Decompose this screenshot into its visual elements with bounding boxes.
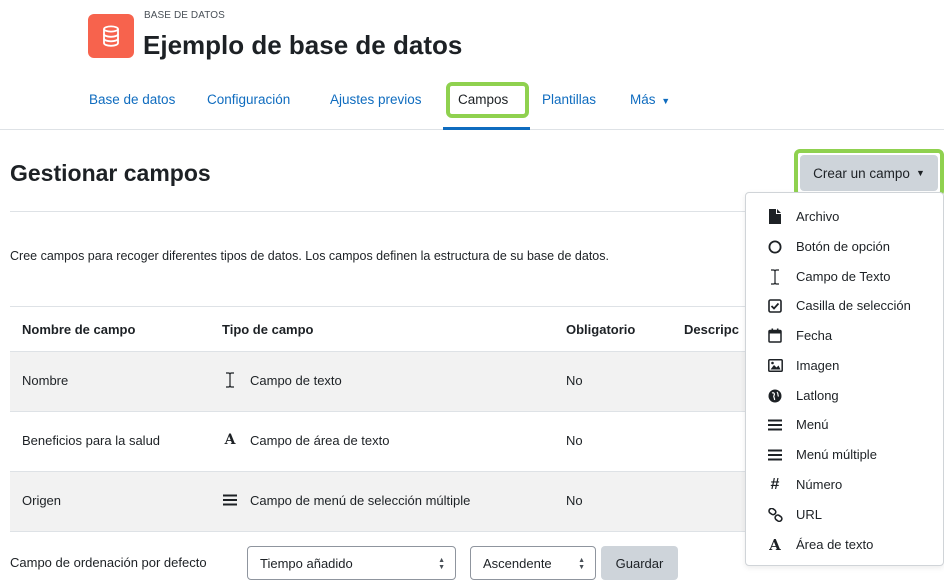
field-required: No — [566, 493, 583, 508]
calendar-icon — [766, 327, 784, 345]
menu-item-area-texto[interactable]: A Área de texto — [746, 530, 944, 559]
column-header-description[interactable]: Descripc — [684, 322, 739, 337]
section-heading: Gestionar campos — [10, 160, 211, 186]
menu-item-label: Imagen — [796, 358, 840, 373]
create-field-menu: Archivo Botón de opción Campo de Texto C… — [745, 192, 944, 566]
menu-item-casilla[interactable]: Casilla de selección — [746, 291, 944, 320]
menu-item-label: Menú múltiple — [796, 447, 877, 462]
menu-item-label: Latlong — [796, 388, 839, 403]
text-cursor-icon — [222, 371, 238, 389]
menu-item-fecha[interactable]: Fecha — [746, 321, 944, 350]
tab-ajustes-previos[interactable]: Ajustes previos — [330, 92, 422, 107]
text-cursor-icon — [766, 268, 784, 286]
menu-icon — [766, 446, 784, 464]
database-icon — [88, 14, 134, 58]
image-icon — [766, 357, 784, 375]
table-header: Nombre de campo Tipo de campo Obligatori… — [10, 306, 745, 352]
textarea-icon: A — [769, 535, 781, 554]
menu-item-label: Archivo — [796, 209, 840, 224]
field-name: Beneficios para la salud — [22, 433, 161, 448]
menu-item-imagen[interactable]: Imagen — [746, 351, 944, 380]
create-field-label: Crear un campo — [813, 165, 910, 181]
tab-configuracion[interactable]: Configuración — [207, 92, 290, 107]
menu-item-campo-texto[interactable]: Campo de Texto — [746, 262, 944, 291]
tab-mas[interactable]: Más ▼ — [630, 92, 670, 107]
save-button[interactable]: Guardar — [601, 546, 678, 580]
menu-item-label: Fecha — [796, 328, 833, 343]
textarea-icon: A — [224, 432, 236, 448]
page-title: Ejemplo de base de datos — [143, 30, 463, 60]
sort-order-value: Ascendente — [483, 555, 552, 571]
link-icon — [766, 506, 784, 524]
menu-item-archivo[interactable]: Archivo — [746, 202, 944, 231]
checkbox-icon — [766, 297, 784, 315]
menu-item-menu[interactable]: Menú — [746, 410, 944, 439]
select-caret-icon: ▲ ▼ — [438, 557, 445, 571]
menu-item-label: Campo de Texto — [796, 269, 891, 284]
menu-item-label: Botón de opción — [796, 239, 890, 254]
sort-field-select[interactable]: Tiempo añadido ▲ ▼ — [247, 546, 456, 580]
table-row: Nombre Campo de texto No — [10, 352, 745, 412]
menu-item-menu-multiple[interactable]: Menú múltiple — [746, 440, 944, 469]
column-header-name[interactable]: Nombre de campo — [22, 322, 135, 337]
field-type: Campo de área de texto — [250, 433, 390, 448]
field-required: No — [566, 373, 583, 388]
tab-base-de-datos[interactable]: Base de datos — [89, 92, 175, 107]
tab-mas-label: Más — [630, 92, 656, 107]
globe-icon — [766, 387, 784, 405]
create-field-button[interactable]: Crear un campo ▼ — [800, 155, 938, 191]
menu-item-label: Área de texto — [796, 537, 874, 552]
menu-item-label: Casilla de selección — [796, 298, 911, 313]
table-row: Origen Campo de menú de selección múltip… — [10, 472, 745, 532]
divider — [10, 211, 745, 212]
field-name: Nombre — [22, 373, 69, 388]
active-tab-indicator — [443, 127, 530, 130]
radio-icon — [766, 238, 784, 256]
table-row: Beneficios para la salud A Campo de área… — [10, 412, 745, 472]
fields-table: Nombre de campo Tipo de campo Obligatori… — [10, 306, 745, 532]
field-type: Campo de texto — [250, 373, 342, 388]
intro-text: Cree campos para recoger diferentes tipo… — [10, 249, 609, 263]
menu-item-url[interactable]: URL — [746, 500, 944, 529]
column-header-required[interactable]: Obligatorio — [566, 322, 635, 337]
column-header-type[interactable]: Tipo de campo — [222, 322, 314, 337]
menu-item-numero[interactable]: # Número — [746, 470, 944, 499]
default-sort-label: Campo de ordenación por defecto — [10, 555, 207, 570]
field-required: No — [566, 433, 583, 448]
hash-icon: # — [770, 475, 780, 493]
select-caret-icon: ▲ ▼ — [578, 557, 585, 571]
menu-item-label: Número — [796, 477, 843, 492]
tab-highlight — [446, 82, 529, 118]
chevron-down-icon: ▼ — [661, 96, 671, 106]
menu-item-label: Menú — [796, 417, 829, 432]
field-name: Origen — [22, 493, 62, 508]
menu-icon — [222, 491, 238, 509]
sort-order-select[interactable]: Ascendente ▲ ▼ — [470, 546, 596, 580]
menu-icon — [766, 416, 784, 434]
chevron-down-icon: ▼ — [915, 168, 925, 178]
menu-item-latlong[interactable]: Latlong — [746, 381, 944, 410]
sort-field-value: Tiempo añadido — [260, 555, 353, 571]
menu-item-label: URL — [796, 507, 823, 522]
file-icon — [766, 208, 784, 226]
menu-item-boton-opcion[interactable]: Botón de opción — [746, 232, 944, 261]
tab-plantillas[interactable]: Plantillas — [542, 92, 596, 107]
field-type: Campo de menú de selección múltiple — [250, 493, 471, 508]
activity-type-label: BASE DE DATOS — [144, 10, 225, 21]
